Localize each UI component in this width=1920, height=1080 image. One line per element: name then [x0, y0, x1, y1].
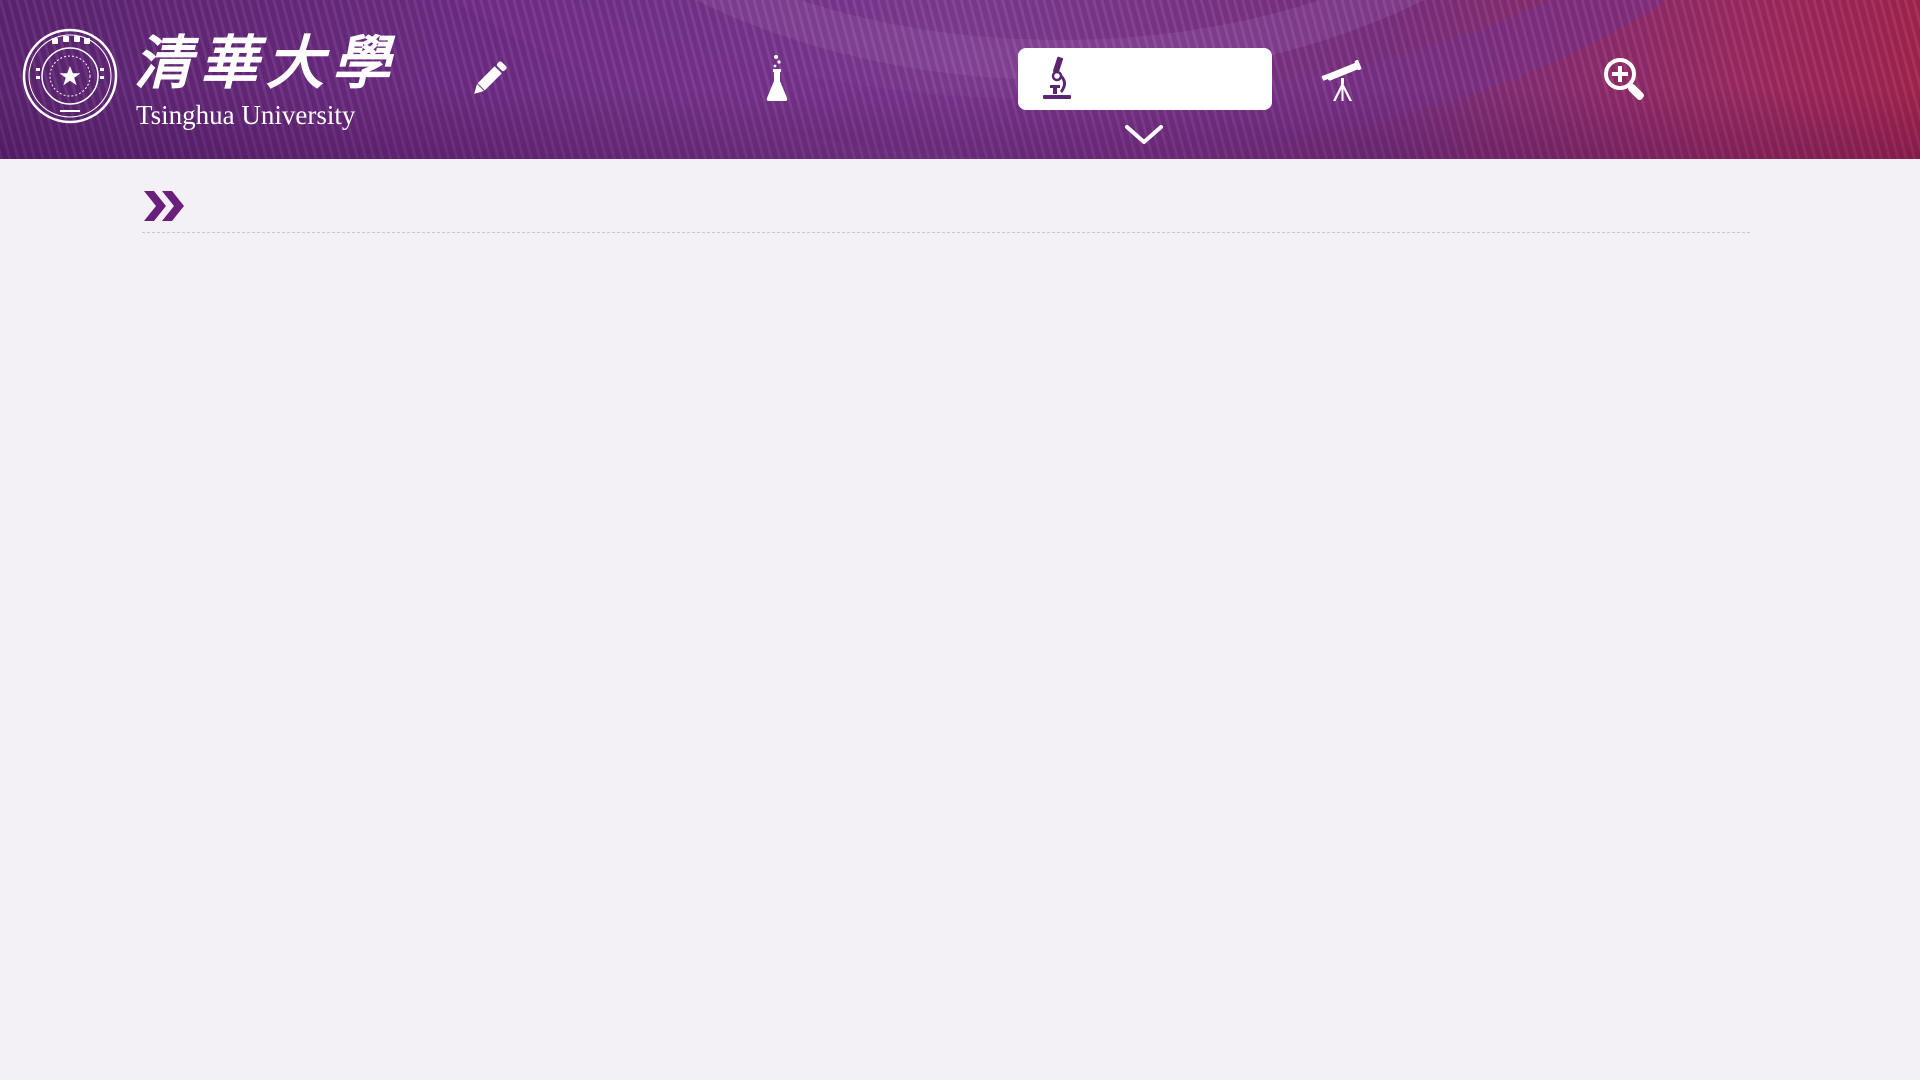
microscope-icon: [1043, 56, 1071, 99]
double-chevron-right-icon: [144, 191, 184, 221]
university-seal-icon: [22, 28, 118, 124]
nav-item-zoom[interactable]: [1580, 48, 1834, 110]
zoom-in-icon: [1604, 58, 1644, 100]
university-logo[interactable]: 清華大學 Tsinghua University: [22, 28, 390, 132]
nav-item-telescope[interactable]: [1298, 48, 1552, 110]
chevron-down-icon[interactable]: [1124, 124, 1164, 146]
nav-item-microscope[interactable]: [1018, 48, 1272, 110]
logo-english-name: Tsinghua University: [136, 100, 356, 130]
telescope-icon: [1321, 59, 1362, 101]
flask-icon: [766, 55, 788, 101]
pencil-icon: [474, 61, 507, 94]
nav-item-pencil[interactable]: [444, 48, 698, 110]
breadcrumb: [142, 180, 1750, 232]
logo-chinese-name: 清華大學: [134, 29, 399, 97]
main-content: [142, 180, 1750, 233]
top-banner: 清華大學 Tsinghua University: [0, 0, 1920, 159]
nav-item-flask[interactable]: [740, 48, 994, 110]
section-divider: [142, 232, 1750, 233]
